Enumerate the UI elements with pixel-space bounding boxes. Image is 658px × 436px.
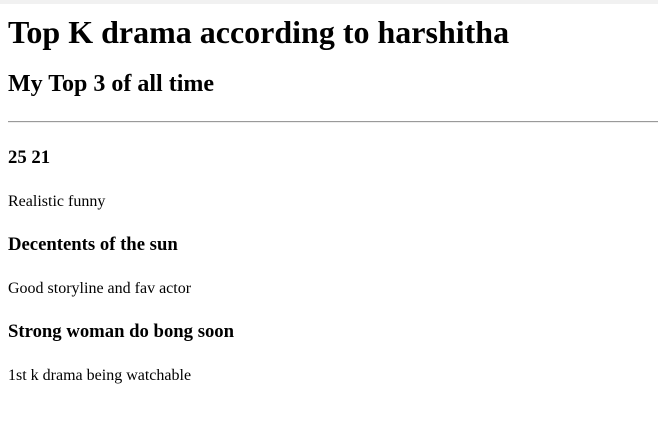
divider (8, 121, 658, 123)
drama-description-1: Realistic funny (8, 193, 106, 210)
drama-title-3: Strong woman do bong soon (8, 321, 235, 342)
page-subtitle: My Top 3 of all time (8, 71, 215, 97)
drama-list: 25 21 Realistic funny Decentents of the … (8, 147, 650, 386)
page-title: Top K drama according to harshitha (8, 14, 510, 50)
drama-description-2: Good storyline and fav actor (8, 280, 192, 297)
drama-title-1: 25 21 (8, 147, 51, 168)
drama-description-3: 1st k drama being watchable (8, 367, 192, 384)
drama-title-2: Decentents of the sun (8, 234, 178, 255)
page-content: Top K drama according to harshitha My To… (0, 0, 658, 436)
